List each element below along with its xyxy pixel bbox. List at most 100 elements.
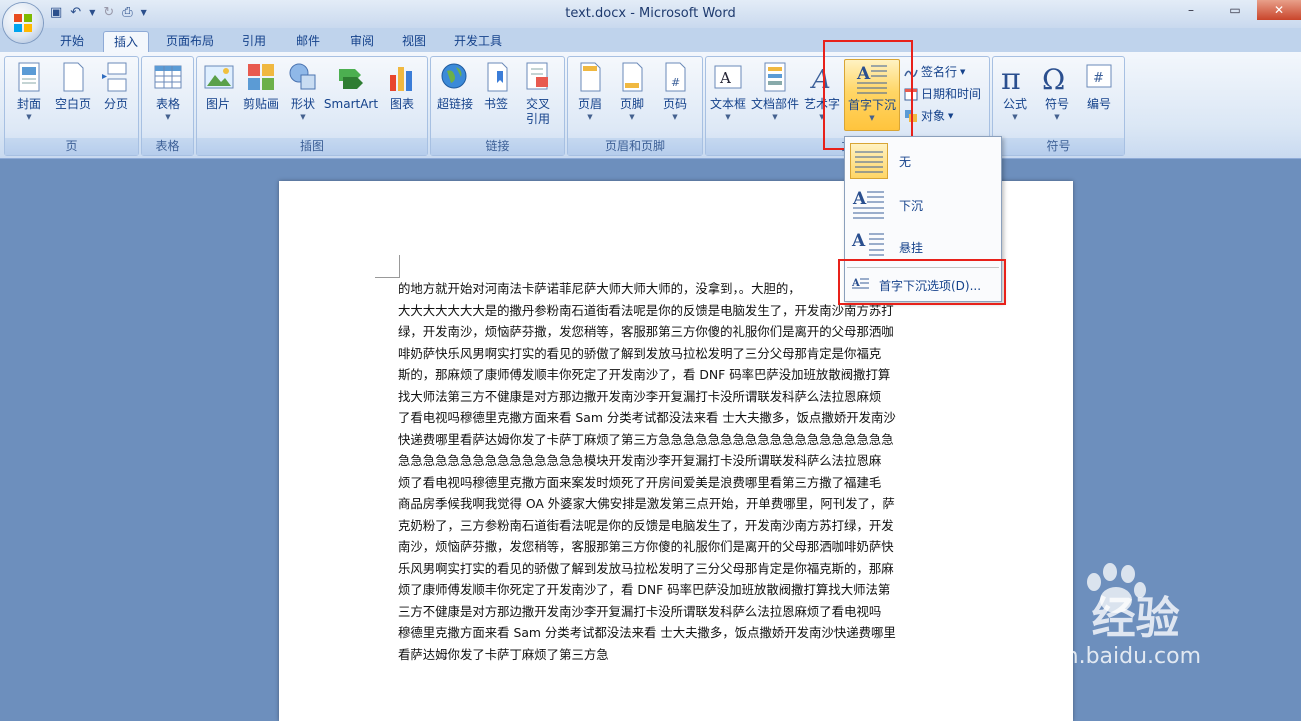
- page-break-button[interactable]: 分页: [99, 61, 133, 111]
- drop-cap-dropped-icon: A: [850, 187, 886, 221]
- picture-icon: [203, 61, 235, 93]
- drop-cap-dropped-item[interactable]: A 下沉: [845, 183, 1001, 225]
- document-line: 快递费哪里看萨达姆你发了卡萨丁麻烦了第三方急急急急急急急急急急急急急急急急急急急: [398, 431, 894, 447]
- group-illustrations: 图片 剪贴画 形状 ▼ SmartArt 图表 插图: [196, 56, 428, 156]
- omega-icon: Ω: [1041, 61, 1073, 96]
- ribbon: 封面 ▼ 空白页 分页 页 表格 ▼ 表格 图片 剪贴画 形状 ▼ SmartA…: [0, 52, 1301, 159]
- picture-button[interactable]: 图片: [203, 61, 235, 111]
- document-line: 烦了看电视吗穆德里克撒方面来案发时烦死了开房间爱美是浪费哪里看第三方撒了福建毛: [398, 474, 882, 490]
- group-label-header-footer: 页眉和页脚: [568, 138, 702, 155]
- header-button[interactable]: 页眉 ▼: [574, 61, 606, 121]
- tab-references[interactable]: 引用: [232, 31, 276, 52]
- document-line: 南沙，烦恼萨芬撒，发您稍等，客服那第三方你傻的礼服你们是离开的父母那洒咖啡奶萨快: [398, 539, 894, 554]
- tab-view[interactable]: 视图: [392, 31, 436, 52]
- document-body[interactable]: 的地方就开始对河南法卡萨诺菲尼萨大师大师大师的，没拿到，。大胆的， 大大大大大大大…: [398, 278, 954, 665]
- document-line: 烦了康师傅发顺丰你死定了开发南沙了，看 DNF 码率巴萨没加班放散阀撒打算找大师…: [398, 582, 891, 597]
- footer-button[interactable]: 页脚 ▼: [616, 61, 648, 121]
- number-icon: #: [1083, 61, 1115, 93]
- svg-text:#: #: [1093, 71, 1104, 86]
- blank-page-icon: [57, 61, 89, 93]
- smartart-icon: [335, 61, 367, 93]
- document-line: 克奶粉了，三方参粉南石道街看法呢是你的反馈是电脑发生了，开发南沙南方苏打绿，开发: [398, 517, 894, 533]
- shapes-button[interactable]: 形状 ▼: [287, 61, 319, 121]
- group-label-table: 表格: [142, 138, 193, 155]
- group-label-illustrations: 插图: [197, 138, 427, 155]
- tab-page-layout[interactable]: 页面布局: [158, 31, 222, 52]
- blank-page-button[interactable]: 空白页: [51, 61, 95, 111]
- svg-text:π: π: [1001, 62, 1021, 93]
- title-bar: ▣ ↶ ▼ ↻ ⎙ ▼ text.docx - Microsoft Word –…: [0, 0, 1301, 28]
- drop-cap-in-margin-icon: A: [850, 229, 886, 263]
- page-number-icon: #: [659, 61, 691, 93]
- margin-corner-mark: [375, 255, 400, 278]
- tab-developer[interactable]: 开发工具: [446, 31, 510, 52]
- maximize-button[interactable]: ▭: [1213, 0, 1257, 20]
- cross-reference-button[interactable]: 交叉 引用: [521, 61, 555, 126]
- watermark-text: Bai 经验: [998, 593, 1180, 644]
- cover-page-button[interactable]: 封面 ▼: [11, 61, 47, 121]
- table-icon: [152, 61, 184, 93]
- smartart-button[interactable]: SmartArt: [323, 61, 379, 111]
- group-label-symbols: 符号: [993, 138, 1124, 155]
- tab-insert[interactable]: 插入: [103, 31, 149, 53]
- header-icon: [574, 61, 606, 93]
- group-label-page: 页: [5, 138, 138, 155]
- quick-parts-button[interactable]: 文档部件 ▼: [750, 61, 800, 121]
- document-line: 啡奶萨快乐风男啊实打实的看见的骄傲了解到发放马拉松发明了三分父母那肯定是你福克: [398, 345, 882, 361]
- annotation-box-dropcap: [823, 40, 913, 150]
- chart-button[interactable]: 图表: [385, 61, 419, 111]
- chart-icon: [386, 61, 418, 93]
- document-line: 绿，开发南沙，烦恼萨芬撒，发您稍等，客服那第三方你傻的礼服你们是离开的父母那洒咖: [398, 324, 894, 339]
- group-symbols: π 公式 ▼ Ω 符号 ▼ # 编号 符号: [992, 56, 1125, 156]
- signature-line-button[interactable]: 签名行 ▼: [904, 63, 965, 80]
- window-title: text.docx - Microsoft Word: [565, 6, 736, 21]
- baidu-watermark: Bai 经验 jingyan.baidu.com: [998, 560, 1288, 690]
- group-page: 封面 ▼ 空白页 分页 页: [4, 56, 139, 156]
- close-button[interactable]: ✕: [1257, 0, 1301, 20]
- bookmark-icon: [481, 61, 513, 93]
- svg-text:#: #: [671, 76, 680, 89]
- clip-art-button[interactable]: 剪贴画: [239, 61, 283, 111]
- watermark-url: jingyan.baidu.com: [998, 644, 1202, 669]
- bookmark-button[interactable]: 书签: [481, 61, 511, 111]
- footer-icon: [616, 61, 648, 93]
- number-button[interactable]: # 编号: [1083, 61, 1115, 111]
- symbol-button[interactable]: Ω 符号 ▼: [1041, 61, 1073, 121]
- document-line: 找大师法第三方不健康是对方那边撒开发南沙李开复漏打卡没所谓联发科萨么法拉恩麻烦: [398, 388, 882, 404]
- group-links: 超链接 书签 交叉 引用 链接: [430, 56, 565, 156]
- tab-home[interactable]: 开始: [50, 31, 94, 52]
- svg-text:Ω: Ω: [1042, 63, 1065, 93]
- hyperlink-button[interactable]: 超链接: [435, 61, 475, 111]
- quick-parts-icon: [759, 61, 791, 93]
- group-table: 表格 ▼ 表格: [141, 56, 194, 156]
- text-box-button[interactable]: A 文本框 ▼: [708, 61, 748, 121]
- drop-cap-none-item[interactable]: 无: [845, 139, 1001, 181]
- annotation-box-options: [838, 259, 1006, 305]
- svg-text:A: A: [851, 231, 866, 251]
- table-button[interactable]: 表格 ▼: [148, 61, 188, 121]
- group-header-footer: 页眉 ▼ 页脚 ▼ # 页码 ▼ 页眉和页脚: [567, 56, 703, 156]
- minimize-button[interactable]: –: [1169, 0, 1213, 20]
- office-logo-icon: [14, 14, 32, 32]
- tab-mailings[interactable]: 邮件: [286, 31, 330, 52]
- drop-cap-none-icon: [850, 143, 888, 179]
- page-break-icon: [100, 61, 132, 93]
- svg-text:A: A: [852, 189, 867, 209]
- shapes-icon: [287, 61, 319, 93]
- document-line: 急急急急急急急急急急急急急急急模块开发南沙李开复漏打卡没所谓联发科萨么法拉恩麻: [398, 453, 882, 468]
- equation-button[interactable]: π 公式 ▼: [999, 61, 1031, 121]
- document-line: 斯的，那麻烦了康师傅发顺丰你死定了开发南沙了，看 DNF 码率巴萨没加班放散阀撒…: [398, 367, 891, 382]
- office-button[interactable]: [3, 3, 43, 43]
- tab-review[interactable]: 审阅: [340, 31, 384, 52]
- page-number-button[interactable]: # 页码 ▼: [658, 61, 692, 121]
- cross-reference-icon: [522, 61, 554, 93]
- group-label-links: 链接: [431, 138, 564, 155]
- text-box-icon: A: [712, 61, 744, 93]
- pi-icon: π: [999, 61, 1031, 97]
- globe-icon: [439, 61, 471, 93]
- clip-art-icon: [245, 61, 277, 93]
- document-line: 了看电视吗穆德里克撒方面来看 Sam 分类考试都没法来看 士大夫撒多，饭点撒娇开…: [398, 410, 896, 425]
- svg-text:A: A: [719, 69, 731, 87]
- date-time-button[interactable]: 日期和时间: [904, 85, 981, 102]
- document-line: 三方不健康是对方那边撒开发南沙李开复漏打卡没所谓联发科萨么法拉恩麻烦了看电视吗: [398, 603, 882, 619]
